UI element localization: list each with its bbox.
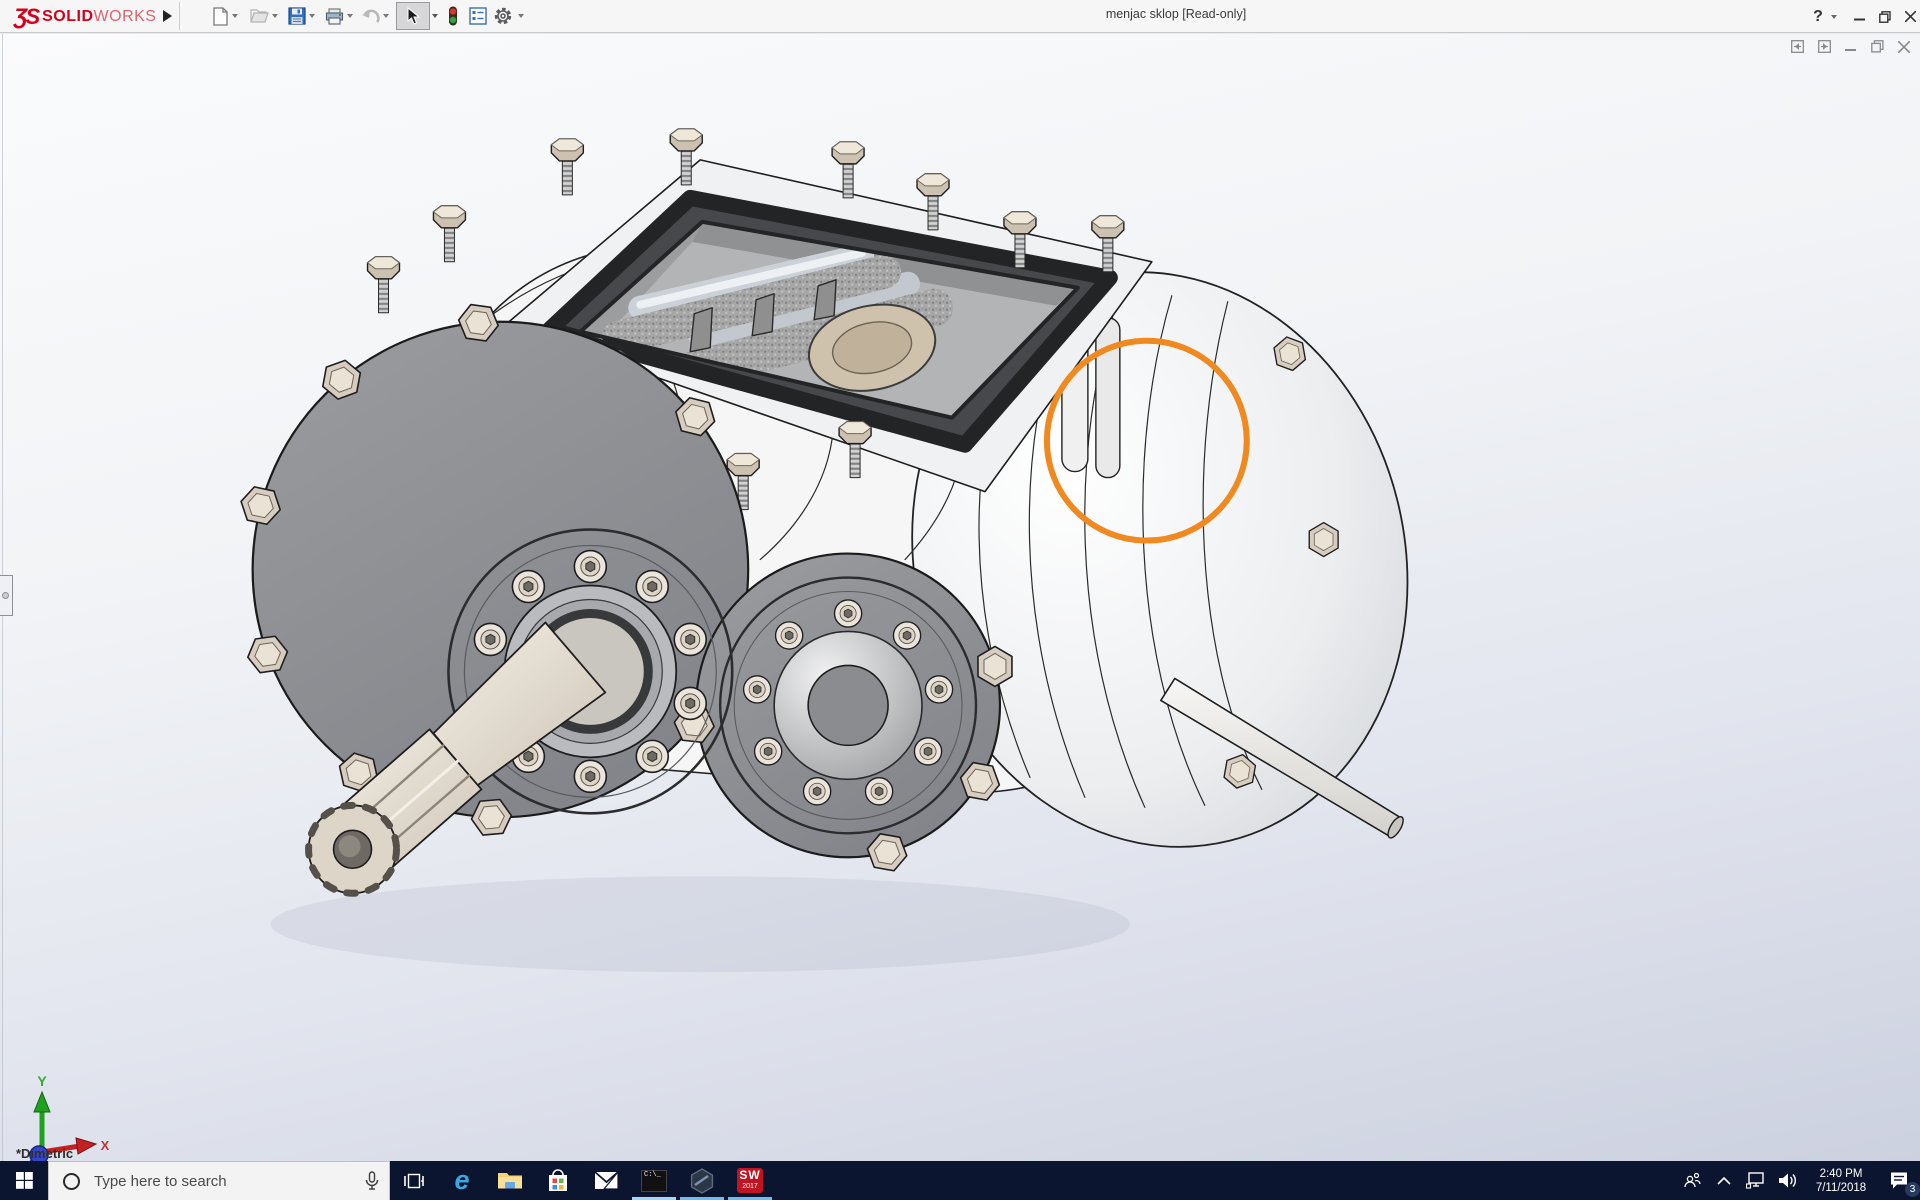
taskbar-app-hexagon[interactable]: [678, 1161, 726, 1200]
network-icon: [1746, 1172, 1764, 1189]
undo-button[interactable]: [359, 4, 383, 28]
taskbar-clock[interactable]: 2:40 PM 7/11/2018: [1804, 1161, 1878, 1200]
people-button[interactable]: [1676, 1161, 1708, 1200]
solidworks-logo: ƷS SOLID WORKS: [14, 4, 156, 30]
open-button[interactable]: [248, 4, 272, 28]
graphics-viewport[interactable]: Y X Z *Dimetric: [0, 34, 1920, 1174]
save-floppy-icon: [288, 7, 306, 25]
undo-dropdown-caret[interactable]: [383, 14, 389, 21]
gearbox-3d-model: [236, 128, 1409, 973]
store-icon: [549, 1168, 567, 1191]
new-dropdown-caret[interactable]: [232, 14, 238, 21]
task-view-icon: [404, 1173, 424, 1188]
print-dropdown-caret[interactable]: [347, 14, 353, 21]
save-button[interactable]: [285, 4, 309, 28]
people-icon: [1684, 1172, 1701, 1188]
select-dropdown-caret[interactable]: [432, 14, 438, 21]
app-close-button[interactable]: [1899, 0, 1920, 33]
flyout-arrow-icon: [163, 10, 178, 22]
tray-overflow-button[interactable]: [1708, 1161, 1740, 1200]
options-button[interactable]: [491, 4, 515, 28]
task-view-button[interactable]: [390, 1161, 438, 1200]
solidworks-2017-icon: SW 2017: [737, 1168, 763, 1193]
command-prompt-icon: C:\_: [641, 1169, 667, 1192]
file-properties-button[interactable]: [466, 4, 490, 28]
network-button[interactable]: [1740, 1161, 1772, 1200]
solidworks-logo-glyph: ƷS: [14, 4, 40, 29]
volume-icon: [1779, 1173, 1796, 1188]
taskbar-app-edge[interactable]: e: [438, 1161, 486, 1200]
print-button[interactable]: [322, 4, 346, 28]
minimize-icon: [1853, 18, 1865, 21]
mail-icon: [593, 1171, 619, 1190]
housing-pillar: [1095, 317, 1121, 479]
open-folder-icon: [250, 9, 269, 23]
help-dropdown-caret[interactable]: [1831, 15, 1837, 22]
new-document-icon: [212, 6, 228, 26]
taskbar-search[interactable]: [48, 1161, 390, 1200]
undo-icon: [362, 9, 380, 23]
y-axis-arrow: [33, 1090, 51, 1113]
clock-date: 7/11/2018: [1815, 1181, 1867, 1194]
x-axis-label: X: [101, 1138, 110, 1153]
taskbar-app-solidworks[interactable]: SW 2017: [726, 1161, 774, 1200]
windows-logo-icon: [15, 1172, 33, 1189]
solidworks-logo-light: WORKS: [93, 8, 157, 25]
microphone-icon[interactable]: [365, 1171, 379, 1191]
clock-time: 2:40 PM: [1819, 1167, 1863, 1180]
y-axis-label: Y: [37, 1073, 47, 1089]
action-center-button[interactable]: 3: [1878, 1161, 1920, 1200]
options-dropdown-caret[interactable]: [518, 14, 524, 21]
rebuild-button[interactable]: [441, 4, 465, 28]
windows-taskbar: e C:\_ SW: [0, 1161, 1920, 1200]
volume-button[interactable]: [1772, 1161, 1804, 1200]
save-dropdown-caret[interactable]: [309, 14, 315, 21]
file-explorer-icon: [498, 1173, 522, 1189]
close-icon: [1904, 11, 1916, 22]
select-cursor-icon: [407, 7, 420, 25]
rebuild-traffic-light-icon: [449, 6, 457, 26]
document-title: menjac sklop [Read-only]: [1105, 7, 1247, 21]
file-properties-icon: [469, 7, 487, 25]
select-tool-button[interactable]: [396, 2, 430, 30]
new-document-button[interactable]: [208, 4, 232, 28]
model-shadow: [270, 876, 1130, 973]
options-gear-icon: [494, 7, 512, 25]
app-restore-button[interactable]: [1874, 0, 1896, 33]
search-icon: [63, 1172, 80, 1190]
notification-badge: 3: [1905, 1182, 1920, 1197]
solidworks-logo-bold: SOLID: [42, 8, 94, 25]
restore-icon: [1879, 10, 1891, 23]
x-axis-arrow: [75, 1137, 98, 1155]
view-orientation-label: *Dimetric: [16, 1146, 74, 1161]
taskbar-app-mail[interactable]: [582, 1161, 630, 1200]
taskbar-app-store[interactable]: [534, 1161, 582, 1200]
app-minimize-button[interactable]: [1848, 0, 1870, 33]
help-button[interactable]: ?: [1806, 0, 1830, 33]
title-bar: ƷS SOLID WORKS menjac sklop [Read-only] …: [0, 0, 1920, 33]
hexagon-app-icon: [690, 1167, 714, 1194]
edge-icon: e: [454, 1165, 470, 1195]
search-input[interactable]: [92, 1171, 355, 1191]
taskbar-app-file-explorer[interactable]: [486, 1161, 534, 1200]
open-dropdown-caret[interactable]: [272, 14, 278, 21]
print-icon: [325, 7, 343, 25]
taskbar-spacer: [774, 1161, 1676, 1200]
taskbar-app-command-prompt[interactable]: C:\_: [630, 1161, 678, 1200]
chevron-up-icon: [1717, 1176, 1731, 1185]
menu-flyout-button[interactable]: [158, 2, 180, 30]
start-button[interactable]: [0, 1161, 48, 1200]
